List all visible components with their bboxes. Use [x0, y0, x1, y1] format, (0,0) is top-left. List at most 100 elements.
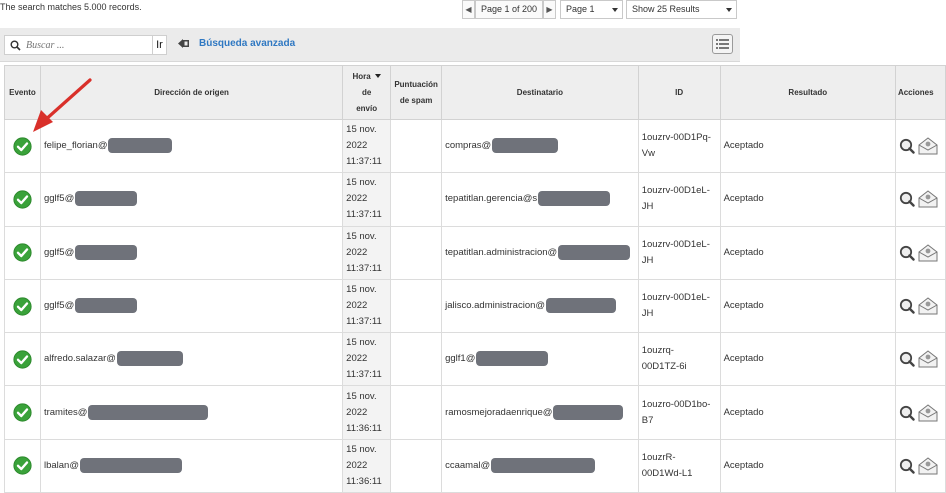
- results-per-page-select[interactable]: Show 25 Results: [626, 0, 737, 19]
- result-cell: Aceptado: [719, 385, 896, 440]
- page-select[interactable]: Page 1: [560, 0, 623, 19]
- header-source[interactable]: Dirección de origen: [39, 65, 344, 120]
- go-button[interactable]: Ir: [153, 35, 167, 55]
- envelope-open-icon[interactable]: [918, 190, 938, 208]
- header-sent-line1: Hora: [352, 71, 371, 81]
- recipient-cell[interactable]: tepatitlan.administracion@: [441, 225, 639, 280]
- header-recipient[interactable]: Destinatario: [441, 65, 639, 120]
- spam-score-cell: [390, 225, 443, 280]
- next-page-button[interactable]: ▶: [543, 0, 556, 19]
- actions-cell: [894, 332, 946, 387]
- source-cell[interactable]: felipe_florian@: [39, 118, 344, 174]
- magnifier-icon[interactable]: [899, 191, 915, 208]
- message-id-line2: Vw: [641, 148, 655, 160]
- search-input[interactable]: [24, 38, 149, 52]
- recipient-cell[interactable]: ccaamal@: [441, 438, 639, 493]
- advanced-search-icon[interactable]: [178, 38, 190, 49]
- envelope-open-icon[interactable]: [918, 297, 938, 315]
- magnifier-icon[interactable]: [899, 405, 915, 421]
- sent-date: 15 nov.: [346, 337, 377, 349]
- recipient-cell[interactable]: compras@: [441, 118, 639, 174]
- redacted-domain: [558, 244, 631, 260]
- magnifier-icon[interactable]: [899, 298, 915, 314]
- redacted-domain: [492, 138, 559, 154]
- check-circle-icon: [13, 137, 32, 156]
- header-sent-line3: envío: [356, 103, 378, 113]
- table-row[interactable]: gglf5@ 15 nov. 2022 11:37:11 tepatitlan.…: [4, 225, 946, 280]
- sent-time: 11:37:11: [346, 262, 382, 274]
- redacted-domain: [88, 404, 209, 420]
- actions-cell: [894, 225, 946, 280]
- redacted-domain: [546, 298, 617, 314]
- redacted-domain: [553, 404, 624, 420]
- redacted-domain: [79, 457, 182, 473]
- message-id-line2: JH: [641, 254, 654, 266]
- result-cell: Aceptado: [719, 225, 896, 280]
- envelope-open-icon[interactable]: [918, 137, 938, 155]
- sent-time: 11:37:11: [346, 156, 382, 168]
- table-row[interactable]: tramites@ 15 nov. 2022 11:36:11 ramosmej…: [4, 385, 946, 440]
- source-cell[interactable]: gglf5@: [39, 278, 344, 334]
- sent-date: 15 nov.: [346, 124, 377, 136]
- table-row[interactable]: alfredo.salazar@ 15 nov. 2022 11:37:11 g…: [4, 332, 946, 387]
- redacted-domain: [108, 138, 173, 154]
- search-icon: [10, 40, 21, 51]
- message-id-line1: 1ouzrR-: [641, 451, 676, 463]
- sent-time: 11:37:11: [346, 316, 382, 328]
- spam-score-cell: [390, 118, 443, 174]
- message-id-line1: 1ouzrv-00D1eL-: [641, 292, 710, 304]
- magnifier-icon[interactable]: [899, 138, 915, 154]
- sent-time: 11:36:11: [346, 422, 382, 434]
- recipient-cell[interactable]: jalisco.administracion@: [441, 278, 639, 334]
- results-select-value: Show 25 Results: [632, 4, 700, 14]
- table-row[interactable]: felipe_florian@ 15 nov. 2022 11:37:11 co…: [4, 118, 946, 174]
- sent-date: 15 nov.: [346, 284, 377, 296]
- result-cell: Aceptado: [719, 438, 896, 493]
- source-cell[interactable]: lbalan@: [39, 438, 344, 493]
- header-event[interactable]: Evento: [4, 65, 41, 120]
- source-cell[interactable]: tramites@: [39, 385, 344, 440]
- source-cell[interactable]: gglf5@: [39, 172, 344, 227]
- envelope-open-icon[interactable]: [918, 350, 938, 368]
- message-id-cell: 1ouzrv-00D1eL- JH: [637, 172, 721, 227]
- message-id-line1: 1ouzro-00D1bo-: [641, 398, 711, 410]
- prev-page-button[interactable]: ◀: [462, 0, 475, 19]
- list-view-icon[interactable]: [712, 34, 733, 54]
- magnifier-icon[interactable]: [899, 245, 915, 261]
- header-spam-score[interactable]: Puntuación de spam: [390, 65, 443, 120]
- sent-time-cell: 15 nov. 2022 11:37:11: [342, 118, 392, 174]
- source-cell[interactable]: alfredo.salazar@: [39, 332, 344, 387]
- header-sent-time[interactable]: Hora de envío: [342, 65, 392, 120]
- table-row[interactable]: gglf5@ 15 nov. 2022 11:37:11 tepatitlan.…: [4, 172, 946, 227]
- chevron-down-icon: [726, 8, 732, 12]
- magnifier-icon[interactable]: [899, 458, 915, 474]
- header-result[interactable]: Resultado: [719, 65, 896, 120]
- recipient-cell[interactable]: ramosmejoradaenrique@: [441, 385, 639, 440]
- recipient-cell[interactable]: tepatitlan.gerencia@s: [441, 172, 639, 227]
- recipient-address: compras@: [445, 140, 492, 152]
- advanced-search-link[interactable]: Búsqueda avanzada: [199, 38, 295, 49]
- result-cell: Aceptado: [719, 172, 896, 227]
- table-row[interactable]: gglf5@ 15 nov. 2022 11:37:11 jalisco.adm…: [4, 278, 946, 334]
- redacted-domain: [491, 457, 596, 473]
- envelope-open-icon[interactable]: [918, 403, 938, 422]
- table-row[interactable]: lbalan@ 15 nov. 2022 11:36:11 ccaamal@ 1…: [4, 438, 946, 493]
- recipient-cell[interactable]: gglf1@: [441, 332, 639, 387]
- sent-date: 15 nov.: [346, 230, 377, 242]
- envelope-open-icon[interactable]: [918, 244, 938, 262]
- event-cell: [4, 118, 41, 174]
- redacted-domain: [476, 351, 549, 367]
- message-id-cell: 1ouzrv-00D1eL- JH: [637, 278, 721, 334]
- search-box[interactable]: [4, 35, 153, 55]
- sent-time-cell: 15 nov. 2022 11:36:11: [342, 438, 392, 493]
- result-cell: Aceptado: [719, 118, 896, 174]
- header-id[interactable]: ID: [637, 65, 721, 120]
- message-id-line1: 1ouzrv-00D1Pq-: [641, 132, 711, 144]
- sent-year: 2022: [346, 140, 368, 152]
- message-id-line1: 1ouzrv-00D1eL-: [641, 185, 710, 197]
- source-cell[interactable]: gglf5@: [39, 225, 344, 280]
- magnifier-icon[interactable]: [899, 351, 915, 368]
- spam-score-cell: [390, 278, 443, 334]
- envelope-open-icon[interactable]: [918, 457, 938, 475]
- header-spam-line1: Puntuación: [394, 79, 438, 89]
